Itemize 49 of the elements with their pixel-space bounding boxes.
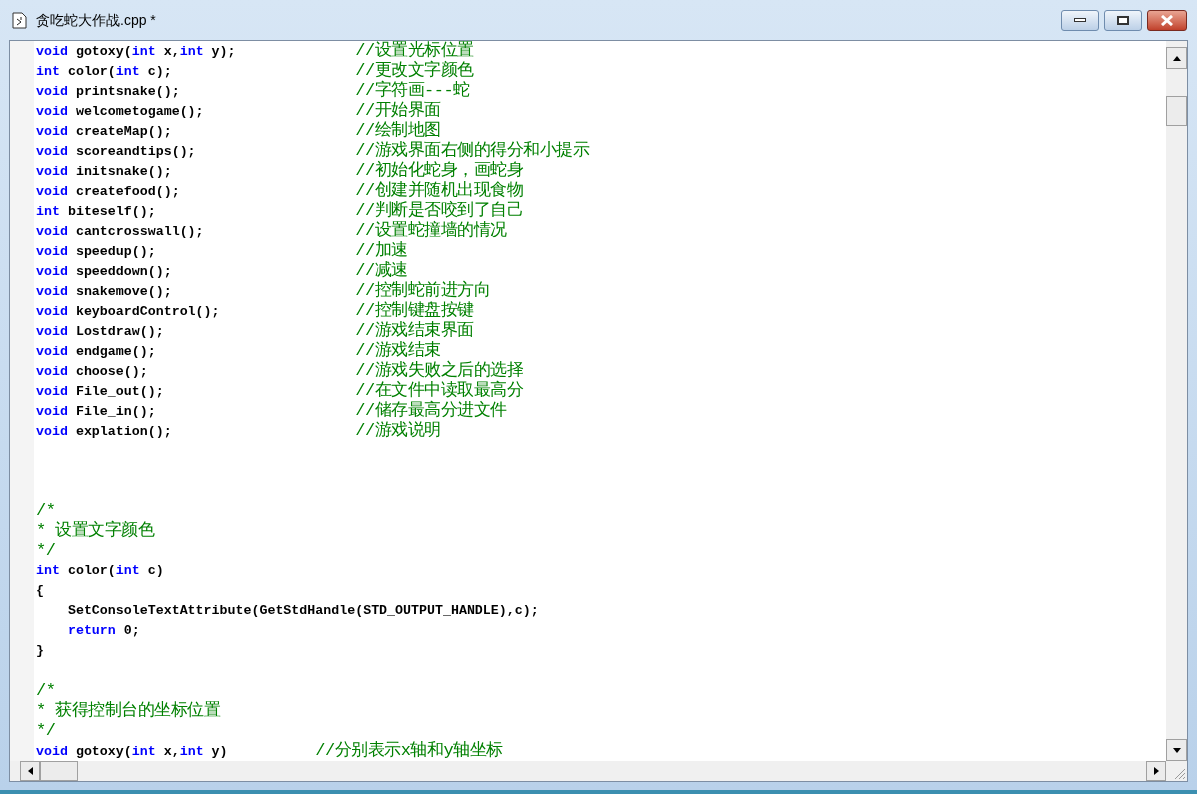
maximize-button[interactable]	[1104, 9, 1142, 31]
code-line: void choose(); //游戏失败之后的选择	[36, 361, 524, 380]
code-line: void welcometogame(); //开始界面	[36, 101, 441, 121]
minimize-button[interactable]	[1061, 9, 1099, 31]
code-line: * 设置文字颜色	[36, 521, 155, 541]
code-line: /*	[36, 681, 56, 701]
close-button[interactable]	[1147, 9, 1187, 31]
code-line: void createfood(); //创建并随机出现食物	[36, 181, 524, 201]
code-line: void File_out(); //在文件中读取最高分	[36, 381, 524, 400]
up-arrow-icon	[1172, 55, 1181, 61]
code-line: void createMap(); //绘制地图	[36, 121, 441, 141]
code-line: void initsnake(); //初始化蛇身，画蛇身	[36, 161, 524, 181]
file-icon	[12, 11, 27, 29]
close-icon	[1160, 14, 1174, 26]
window-title: 贪吃蛇大作战.cpp *	[36, 10, 156, 30]
code-line: void scoreandtips(); //游戏界面右侧的得分和小提示	[36, 141, 590, 161]
code-line: void cantcrosswall(); //设置蛇撞墙的情况	[36, 221, 507, 241]
scroll-thumb[interactable]	[40, 761, 78, 781]
code-line: * 获得控制台的坐标位置	[36, 701, 221, 721]
code-line: void explation(); //游戏说明	[36, 421, 441, 441]
scroll-right-button[interactable]	[1146, 761, 1166, 781]
scroll-thumb[interactable]	[1166, 96, 1187, 126]
scroll-down-button[interactable]	[1166, 739, 1187, 761]
code-line: int color(int c); //更改文字颜色	[36, 61, 474, 80]
code-line: void gotoxy(int x,int y); //设置光标位置	[36, 41, 474, 60]
code-line: /*	[36, 501, 56, 521]
code-line: return 0;	[66, 622, 140, 640]
code-line: int biteself(); //判断是否咬到了自己	[36, 201, 524, 221]
code-line: void speedup(); //加速	[36, 241, 408, 261]
code-line: void File_in(); //储存最高分进文件	[36, 401, 507, 421]
right-arrow-icon	[1153, 767, 1159, 775]
code-line: */	[36, 721, 56, 741]
code-line: }	[36, 642, 44, 660]
code-line: void Lostdraw(); //游戏结束界面	[36, 321, 474, 341]
code-line: SetConsoleTextAttribute(GetStdHandle(STD_OUTPUT_HANDLE),c);	[66, 602, 539, 620]
vertical-scrollbar[interactable]	[1166, 41, 1187, 761]
scroll-up-button[interactable]	[1166, 47, 1187, 69]
code-line: void speeddown(); //减速	[36, 261, 408, 281]
scroll-left-button[interactable]	[20, 761, 40, 781]
code-line: {	[36, 582, 44, 600]
code-line: void endgame(); //游戏结束	[36, 341, 441, 360]
code-line: void keyboardControl(); //控制键盘按键	[36, 301, 474, 321]
code-line: int color(int c)	[36, 562, 164, 580]
left-arrow-icon	[27, 767, 33, 775]
down-arrow-icon	[1172, 747, 1181, 753]
code-line: void gotoxy(int x,int y) //分别表示x轴和y轴坐标	[36, 741, 503, 761]
code-line: */	[36, 541, 56, 561]
code-line: void snakemove(); //控制蛇前进方向	[36, 281, 491, 301]
code-line: void printsnake(); //字符画---蛇	[36, 81, 470, 101]
